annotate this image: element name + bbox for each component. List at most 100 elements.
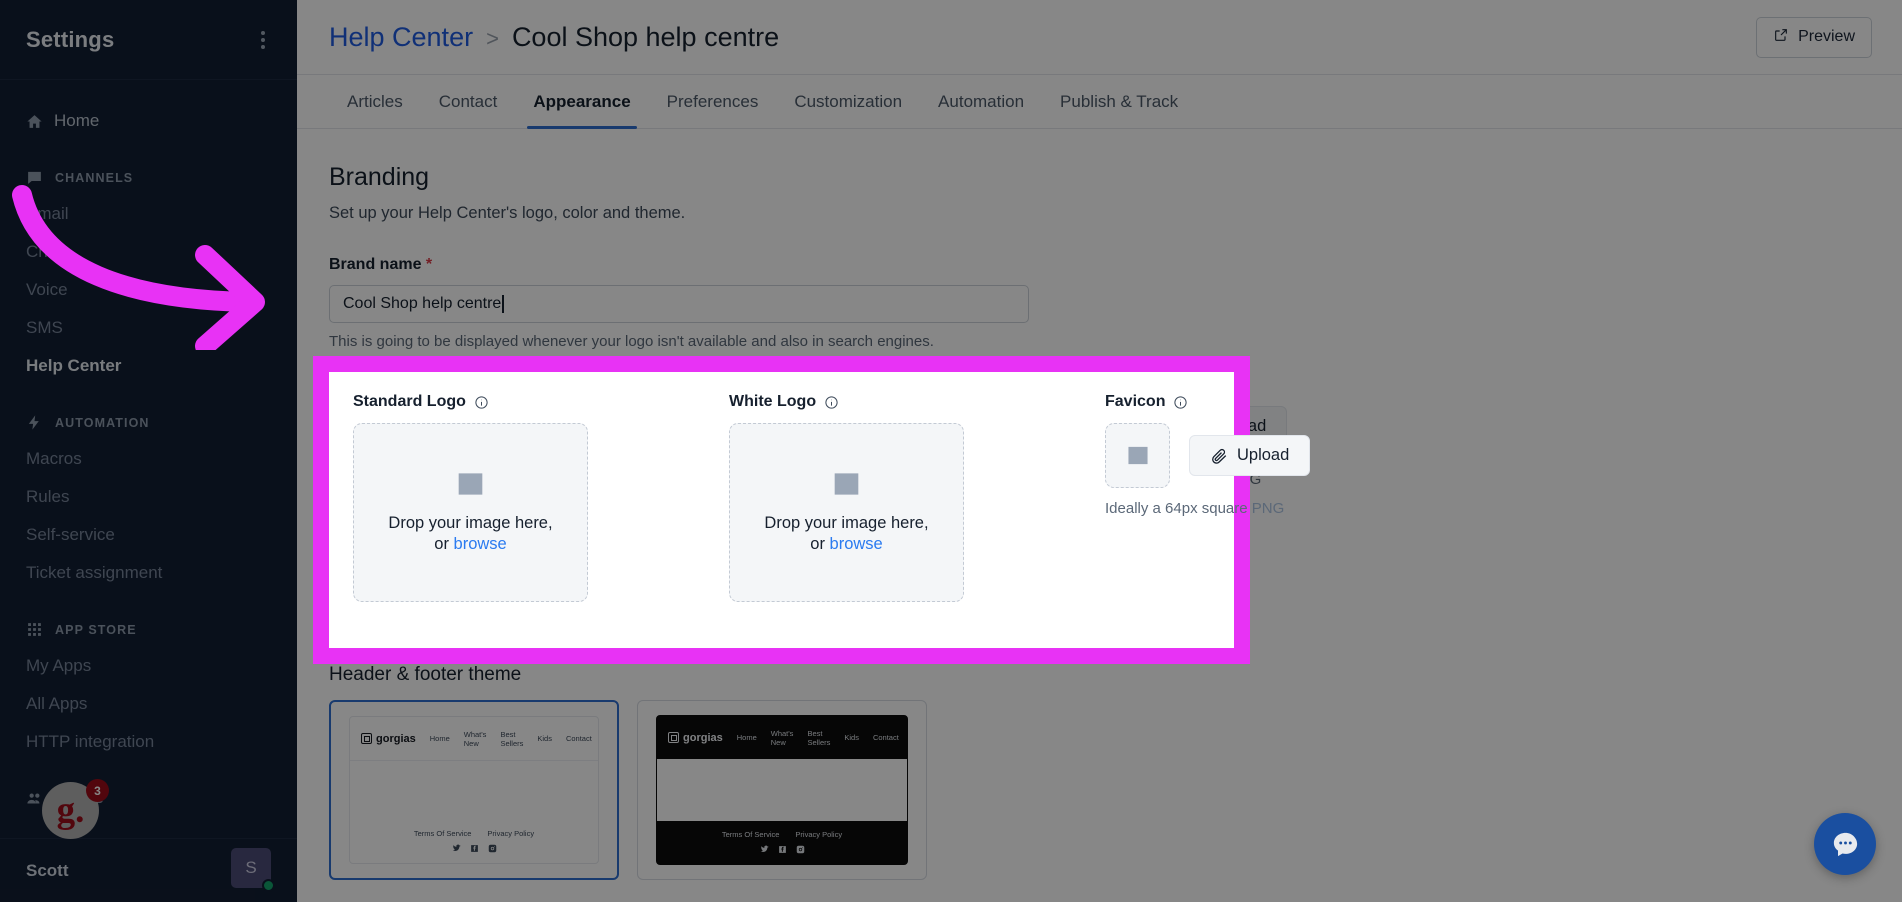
preview-footer-terms: Terms Of Service	[721, 830, 780, 839]
sidebar-header: Settings	[0, 0, 297, 80]
white-logo-title-text: White Logo	[729, 393, 817, 410]
presence-online-indicator	[262, 879, 275, 892]
sidebar-item-macros[interactable]: Macros	[0, 440, 297, 478]
favicon-upload-button[interactable]: Upload	[1189, 435, 1311, 476]
breadcrumb-separator: >	[486, 25, 499, 51]
preview-button[interactable]: Preview	[1756, 16, 1872, 58]
preview-nav-whats-new: What's New	[770, 728, 794, 747]
upload-button-label: Upload	[1237, 446, 1290, 464]
preview-nav-kids: Kids	[844, 733, 859, 742]
header-footer-theme-title: Header & footer theme	[329, 664, 522, 685]
standard-logo-column: Standard Logo Drop your image here, or b…	[353, 393, 588, 602]
theme-preview-light: gorgias Home What's New Best Sellers Kid…	[349, 716, 599, 864]
favicon-caption: Ideally a 64px square PNG	[1105, 500, 1285, 517]
gorgias-mark-icon	[668, 732, 679, 743]
breadcrumb-link-help-center[interactable]: Help Center	[329, 22, 473, 53]
sidebar-overflow-menu-icon[interactable]	[255, 25, 271, 55]
browse-link[interactable]: browse	[830, 535, 883, 553]
sidebar-title: Settings	[26, 26, 115, 52]
preview-nav-whats-new: What's New	[463, 729, 487, 748]
paperclip-icon	[1210, 447, 1228, 465]
sidebar-item-email[interactable]: Email	[0, 195, 297, 233]
theme-preview-dark: gorgias Home What's New Best Sellers Kid…	[656, 715, 908, 865]
brand-name-help-text: This is going to be displayed whenever y…	[329, 333, 934, 350]
white-logo-column: White Logo Drop your image here, or brow…	[729, 393, 964, 602]
preview-social-icons	[760, 845, 805, 854]
tab-articles[interactable]: Articles	[329, 75, 421, 128]
preview-social-icons	[452, 844, 497, 853]
preview-nav-kids: Kids	[537, 734, 552, 743]
sidebar-item-rules[interactable]: Rules	[0, 478, 297, 516]
theme-card-light[interactable]: gorgias Home What's New Best Sellers Kid…	[329, 700, 619, 880]
sidebar-user-bar[interactable]: Scott S	[0, 838, 297, 902]
preview-nav-best-sellers: Best Sellers	[807, 728, 831, 747]
tab-contact[interactable]: Contact	[421, 75, 516, 128]
preview-footer-terms: Terms Of Service	[413, 829, 472, 838]
image-placeholder-icon	[456, 471, 485, 497]
notification-count-badge: 3	[86, 779, 109, 802]
preview-nav-best-sellers: Best Sellers	[500, 729, 524, 748]
branding-heading: Branding	[329, 163, 430, 191]
breadcrumb: Help Center > Cool Shop help centre	[329, 22, 779, 53]
sidebar-item-self-service[interactable]: Self-service	[0, 516, 297, 554]
sidebar-group-label: APP STORE	[55, 622, 137, 637]
preview-nav-home: Home	[736, 733, 757, 742]
white-logo-dropzone[interactable]: Drop your image here, or browse	[729, 423, 964, 602]
sidebar-item-voice[interactable]: Voice	[0, 271, 297, 309]
gorgias-mark-icon	[361, 733, 372, 744]
tab-appearance[interactable]: Appearance	[515, 75, 648, 129]
preview-footer-privacy: Privacy Policy	[487, 829, 535, 838]
sidebar-item-help-center[interactable]: Help Center	[0, 347, 297, 385]
info-icon[interactable]	[474, 395, 489, 410]
gorgias-wordmark: gorgias	[376, 732, 416, 745]
twitter-icon	[452, 844, 461, 852]
app-store-icon	[26, 621, 43, 638]
automation-icon	[26, 414, 43, 431]
standard-logo-title: Standard Logo	[353, 393, 588, 411]
text-cursor	[502, 295, 504, 313]
required-marker: *	[425, 256, 433, 273]
sidebar-item-my-apps[interactable]: My Apps	[0, 647, 297, 685]
brand-name-input[interactable]: Cool Shop help centre	[329, 285, 1029, 323]
preview-body	[350, 761, 598, 820]
tab-preferences[interactable]: Preferences	[649, 75, 777, 128]
chat-launcher-button[interactable]	[1814, 813, 1876, 875]
image-placeholder-icon	[1126, 445, 1150, 466]
preview-body	[657, 759, 907, 821]
sidebar-item-http-integration[interactable]: HTTP integration	[0, 723, 297, 761]
tab-publish-track[interactable]: Publish & Track	[1042, 75, 1196, 128]
sidebar-item-all-apps[interactable]: All Apps	[0, 685, 297, 723]
sidebar-group-app-store: APP STORE	[0, 612, 297, 647]
favicon-column: Favicon Upload Ideally a 64px square PNG	[1105, 393, 1345, 602]
brand-name-label-text: Brand name	[329, 256, 422, 273]
top-bar: Help Center > Cool Shop help centre Prev…	[297, 0, 1902, 75]
chat-bubble-icon	[1833, 832, 1857, 856]
favicon-preview-box[interactable]	[1105, 423, 1170, 488]
preview-footer: Terms Of Service Privacy Policy	[350, 820, 598, 863]
sidebar-group-label: CHANNELS	[55, 170, 134, 185]
teams-icon	[26, 790, 43, 807]
sidebar-item-chat[interactable]: Chat	[0, 233, 297, 271]
branding-subheading: Set up your Help Center's logo, color an…	[329, 204, 686, 222]
preview-nav: gorgias Home What's New Best Sellers Kid…	[657, 716, 907, 759]
standard-logo-dropzone[interactable]: Drop your image here, or browse	[353, 423, 588, 602]
twitter-icon	[760, 845, 769, 853]
highlight-callout-frame: Standard Logo Drop your image here, or b…	[313, 356, 1311, 664]
preview-nav-contact: Contact	[565, 734, 592, 743]
info-icon[interactable]	[1173, 395, 1188, 410]
facebook-icon	[470, 845, 478, 852]
browse-link[interactable]: browse	[454, 535, 507, 553]
section-tabs: Articles Contact Appearance Preferences …	[297, 75, 1902, 129]
dropzone-line-2: or browse	[810, 535, 882, 554]
theme-card-dark[interactable]: gorgias Home What's New Best Sellers Kid…	[637, 700, 927, 880]
sidebar-item-sms[interactable]: SMS	[0, 309, 297, 347]
sidebar-item-home[interactable]: Home	[0, 102, 297, 140]
info-icon[interactable]	[824, 395, 839, 410]
dropzone-line-2: or browse	[434, 535, 506, 554]
sidebar-group-channels: CHANNELS	[0, 160, 297, 195]
instagram-icon	[796, 845, 804, 854]
tab-automation[interactable]: Automation	[920, 75, 1042, 128]
sidebar-item-ticket-assignment[interactable]: Ticket assignment	[0, 554, 297, 592]
tab-customization[interactable]: Customization	[776, 75, 920, 128]
preview-nav-contact: Contact	[872, 733, 899, 742]
